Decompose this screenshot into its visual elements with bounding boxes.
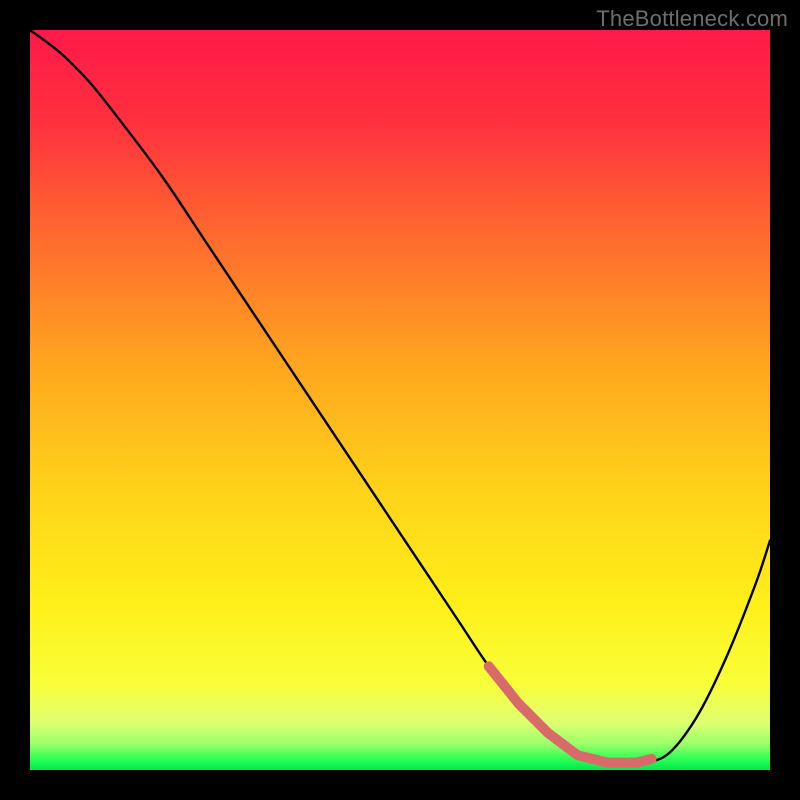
plot-area <box>30 30 770 770</box>
bottleneck-curve-chart <box>0 0 800 800</box>
chart-frame: TheBottleneck.com <box>0 0 800 800</box>
